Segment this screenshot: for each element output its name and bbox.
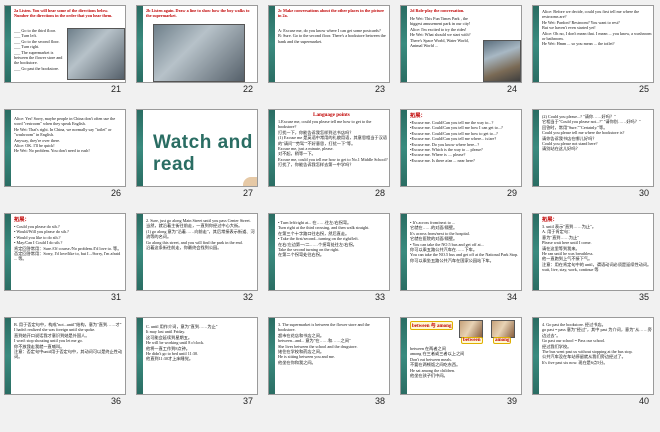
slide-body: 4. Go past the bookstore. 经过书店。 go past … xyxy=(542,322,652,365)
slide-body: 3. The supermarket is between the flower… xyxy=(278,322,370,365)
slide-number: 34 xyxy=(507,292,518,302)
between-picture xyxy=(459,320,483,338)
slide-body: 3. until 表示"直到……为止"。 A. 用于肯定句： 意为"直到……为止… xyxy=(542,224,652,273)
slide-number: 28 xyxy=(375,188,386,198)
slide-thumbnail[interactable]: • It's across from/next to ... 它就在……的对面/… xyxy=(400,213,522,291)
slide-number: 37 xyxy=(243,396,254,406)
slide-body: between 在两者之间 among 在三者或三者以上之间 Don't eat… xyxy=(410,346,465,379)
slide-thumbnail[interactable]: 3. The supermarket is between the flower… xyxy=(268,317,390,395)
slide-body: 2. Sure, just go along Main Street until… xyxy=(146,218,255,251)
slide-header: 拓展： xyxy=(410,113,426,119)
slide-body: B. 用于否定句中，构成"not...until"结构，意为"直到……才" I … xyxy=(14,322,123,360)
slide-accent-bar xyxy=(269,214,275,290)
slide-thumbnail[interactable]: 2b Listen again. Draw a line to show how… xyxy=(136,5,258,83)
slide-thumbnail[interactable]: Alice: Before we decide, could you first… xyxy=(532,5,654,83)
slide-number: 39 xyxy=(507,396,518,406)
slide-header: 2b Listen again. Draw a line to show how… xyxy=(146,8,250,19)
slide-sorter-grid: 2a Listen. You will hear some of the dir… xyxy=(0,0,660,432)
slide-number: 21 xyxy=(111,84,122,94)
topic-tag: between 与 among xyxy=(410,321,454,330)
slide-number: 24 xyxy=(507,84,518,94)
slide-number: 27 xyxy=(243,188,254,198)
slide-body: A: Excuse me, do you know where I can ge… xyxy=(278,28,386,44)
slide-thumbnail[interactable]: 2d Role-play the conversation. He Wei: T… xyxy=(400,5,522,83)
slide-thumbnail[interactable]: 2c Make conversations about the other pl… xyxy=(268,5,390,83)
slide-header: 2a Listen. You will hear some of the dir… xyxy=(14,8,113,19)
slide-header: 拓展： xyxy=(14,217,30,223)
slide-thumbnail[interactable]: C. until 用作介词，意为"直到……为止" It may last unt… xyxy=(136,317,258,395)
mall-picture xyxy=(67,28,125,80)
slide-thumbnail[interactable]: between 与 among between among between 在两… xyxy=(400,317,522,395)
slide-number: 32 xyxy=(243,292,254,302)
among-label: among xyxy=(493,337,512,344)
slide-header: Language points xyxy=(313,112,350,118)
slide-accent-bar xyxy=(533,214,539,290)
slide-thumbnail[interactable]: Alice: Yes! Sorry, maybe people in China… xyxy=(4,109,126,187)
slide-accent-bar xyxy=(533,110,539,186)
between-label: between xyxy=(461,337,483,344)
slide-accent-bar xyxy=(137,214,143,290)
slide-accent-bar xyxy=(5,6,11,82)
slide-number: 36 xyxy=(111,396,122,406)
slide-body: Alice: Before we decide, could you first… xyxy=(542,9,652,47)
slide-number: 23 xyxy=(375,84,386,94)
slide-accent-bar xyxy=(269,110,275,186)
slide-number: 29 xyxy=(507,188,518,198)
slide-number: 22 xyxy=(243,84,254,94)
slide-thumbnail[interactable]: • Turn left/right at... 在……往左/右拐弯。 Turn … xyxy=(268,213,390,291)
slide-body: • Turn left/right at... 在……往左/右拐弯。 Turn … xyxy=(278,220,370,258)
park-picture xyxy=(483,40,521,82)
slide-accent-bar xyxy=(401,318,407,394)
slide-body: ___ Go to the third floor. ___ Turn left… xyxy=(14,28,63,71)
slide-accent-bar xyxy=(137,6,143,82)
slide-body: 1.Excuse me, could you please tell me ho… xyxy=(278,119,388,168)
slide-thumbnail[interactable]: 2a Listen. You will hear some of the dir… xyxy=(4,5,126,83)
slide-accent-bar xyxy=(137,110,143,186)
slide-number: 33 xyxy=(375,292,386,302)
slide-number: 35 xyxy=(639,292,650,302)
slide-body: He Wei: This Fun Times Park , the bigges… xyxy=(410,16,471,49)
slide-accent-bar xyxy=(5,110,11,186)
slide-thumbnail[interactable]: 拓展： •Excuse me. Could/Can you tell me th… xyxy=(400,109,522,187)
slide-thumbnail[interactable]: 2. Sure, just go along Main Street until… xyxy=(136,213,258,291)
slide-header: 拓展： xyxy=(542,217,558,223)
slide-corner-decoration xyxy=(243,177,257,186)
slide-thumbnail[interactable]: Language points 1.Excuse me, could you p… xyxy=(268,109,390,187)
slide-accent-bar xyxy=(401,214,407,290)
slide-thumbnail[interactable]: 4. Go past the bookstore. 经过书店。 go past … xyxy=(532,317,654,395)
slide-header: 2d Role-play the conversation. xyxy=(410,8,465,13)
slide-number: 38 xyxy=(375,396,386,406)
slide-thumbnail[interactable]: B. 用于否定句中，构成"not...until"结构，意为"直到……才" I … xyxy=(4,317,126,395)
slide-accent-bar xyxy=(533,318,539,394)
slide-accent-bar xyxy=(401,6,407,82)
slide-number: 40 xyxy=(639,396,650,406)
slide-accent-bar xyxy=(5,214,11,290)
slide-header: 2c Make conversations about the other pl… xyxy=(278,8,385,19)
slide-body: Alice: Yes! Sorry, maybe people in China… xyxy=(14,116,116,154)
slide-number: 31 xyxy=(111,292,122,302)
slide-accent-bar xyxy=(5,318,11,394)
slide-thumbnail[interactable]: Watch and read xyxy=(136,109,258,187)
among-picture xyxy=(491,320,515,338)
slide-number: 26 xyxy=(111,188,122,198)
slide-accent-bar xyxy=(269,318,275,394)
slide-accent-bar xyxy=(533,6,539,82)
slide-accent-bar xyxy=(401,110,407,186)
slide-body: • Could you please do sth.? • Would/Will… xyxy=(14,224,122,262)
mall-picture xyxy=(153,24,245,82)
slide-body: (2) Could you please...? "请你……好吗？" 它相当于"… xyxy=(542,114,641,152)
slide-thumbnail[interactable]: 拓展： 3. until 表示"直到……为止"。 A. 用于肯定句： 意为"直到… xyxy=(532,213,654,291)
slide-thumbnail[interactable]: (2) Could you please...? "请你……好吗？" 它相当于"… xyxy=(532,109,654,187)
slide-number: 30 xyxy=(639,188,650,198)
slide-accent-bar xyxy=(137,318,143,394)
slide-body: •Excuse me. Could/Can you tell me the wa… xyxy=(410,120,503,163)
slide-thumbnail[interactable]: 拓展： • Could you please do sth.? • Would/… xyxy=(4,213,126,291)
watch-and-read-title: Watch and read xyxy=(153,132,253,175)
slide-number: 25 xyxy=(639,84,650,94)
slide-accent-bar xyxy=(269,6,275,82)
slide-body: C. until 用作介词，意为"直到……为止" It may last unt… xyxy=(146,324,218,362)
slide-body: • It's across from/next to ... 它就在……的对面/… xyxy=(410,220,519,263)
